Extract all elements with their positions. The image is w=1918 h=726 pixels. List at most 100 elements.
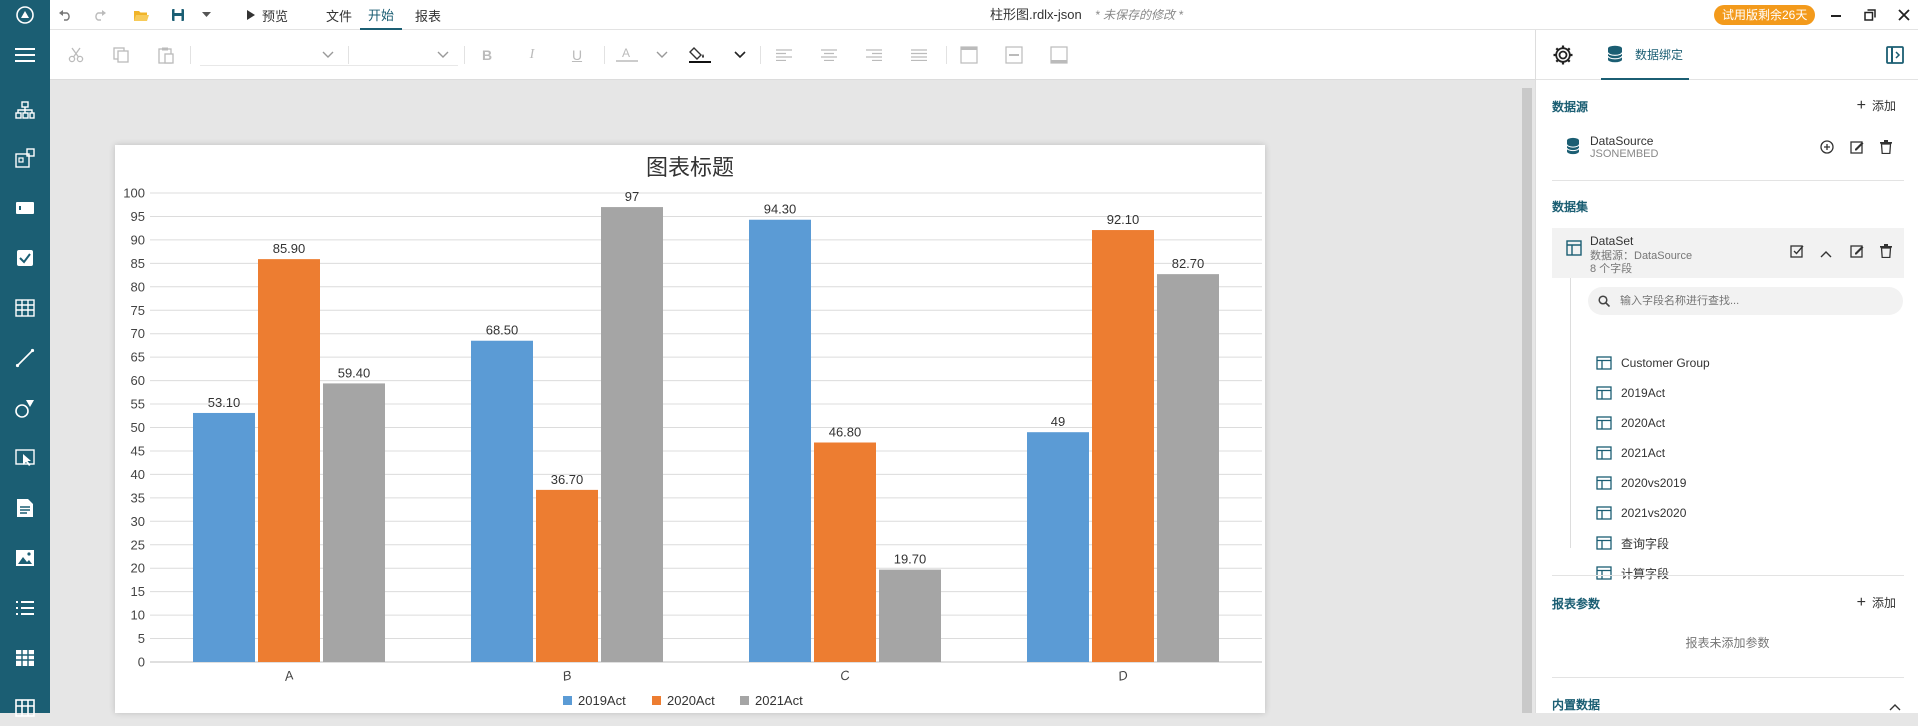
menu-file[interactable]: 文件 (318, 0, 360, 30)
y-tick-label: 25 (131, 537, 145, 552)
bar-2019Act-C[interactable] (749, 219, 811, 662)
tab-data-binding[interactable]: 数据绑定 (1601, 30, 1690, 80)
bar-2021Act-C[interactable] (879, 569, 941, 662)
x-axis-ticks: A B C D (282, 667, 1129, 684)
field-item[interactable]: 2020Act (1596, 408, 1665, 438)
bar-2020Act-D[interactable] (1092, 230, 1154, 662)
field-item[interactable]: 计算字段 (1596, 558, 1669, 588)
bar-2021Act-D[interactable] (1157, 274, 1219, 662)
bar-2020Act-C[interactable] (814, 442, 876, 662)
select-icon[interactable] (0, 440, 50, 476)
bar-2020Act-B[interactable] (536, 489, 598, 662)
fill-color-chevron-down-icon[interactable] (730, 43, 750, 67)
close-icon[interactable] (1898, 0, 1910, 30)
tab-data-binding-label: 数据绑定 (1635, 47, 1684, 62)
font-family-chevron-down-icon[interactable] (318, 43, 338, 67)
menu-report[interactable]: 报表 (407, 0, 449, 30)
minimize-icon[interactable] (1830, 0, 1842, 30)
matrix-icon[interactable] (0, 690, 50, 726)
bar-2019Act-A[interactable] (193, 412, 255, 662)
textbox-icon[interactable] (0, 190, 50, 226)
field-item[interactable]: 2020vs2019 (1596, 468, 1686, 498)
y-tick-label: 65 (131, 350, 145, 365)
restore-icon[interactable] (1864, 0, 1876, 30)
copy-icon[interactable] (109, 43, 133, 67)
field-item[interactable]: 2021vs2020 (1596, 498, 1686, 528)
report-page[interactable]: 0 5 10 15 20 25 30 35 40 45 50 55 60 65 70 75 80 85 90 95 10… (115, 145, 1265, 713)
bar-2021Act-B[interactable] (601, 207, 663, 662)
bar-2019Act-D[interactable] (1027, 432, 1089, 662)
datasource-item[interactable]: DataSource JSONEMBED (1552, 125, 1904, 171)
collapse-panel-icon[interactable] (1886, 46, 1904, 69)
add-datasource-button[interactable]: + 添加 (1857, 97, 1896, 114)
field-item[interactable]: Customer Group (1596, 348, 1710, 378)
field-table-icon (1596, 386, 1612, 400)
preview-button[interactable]: 预览 (247, 0, 288, 30)
checkbox-icon[interactable] (0, 240, 50, 276)
chevron-up-icon[interactable] (1820, 245, 1832, 263)
font-color-icon[interactable]: A (613, 43, 641, 67)
menu-start[interactable]: 开始 (360, 0, 403, 30)
bar-2019Act-B[interactable] (471, 340, 533, 662)
image-icon[interactable] (0, 540, 50, 576)
trial-badge[interactable]: 试用版剩余26天 (1714, 5, 1816, 25)
chart-legend[interactable]: 2019Act 2020Act 2021Act (563, 693, 803, 708)
y-tick-label: 10 (131, 608, 145, 623)
field-search-input[interactable] (1620, 295, 1890, 307)
list-icon[interactable] (0, 590, 50, 626)
validate-dataset-icon[interactable] (1790, 244, 1804, 263)
bold-icon[interactable]: B (475, 43, 499, 67)
align-right-icon[interactable] (862, 43, 886, 67)
embedded-data-chevron-up-icon[interactable] (1889, 698, 1901, 716)
fill-color-icon[interactable] (686, 43, 714, 67)
grid-icon[interactable] (0, 640, 50, 676)
settings-gear-icon[interactable] (1552, 44, 1574, 71)
edit-datasource-icon[interactable] (1850, 140, 1864, 159)
menu-icon[interactable] (0, 37, 50, 73)
redo-icon[interactable] (93, 0, 107, 30)
cut-icon[interactable] (64, 43, 88, 67)
add-param-button[interactable]: + 添加 (1857, 594, 1896, 611)
edit-dataset-icon[interactable] (1850, 244, 1864, 263)
y-tick-label: 85 (131, 256, 145, 271)
underline-icon[interactable]: U (565, 43, 589, 67)
dataset-item[interactable]: DataSet 数据源：DataSource 8 个字段 (1552, 228, 1904, 278)
font-size-chevron-down-icon[interactable] (433, 43, 453, 67)
field-item[interactable]: 2021Act (1596, 438, 1665, 468)
justify-icon[interactable] (907, 43, 931, 67)
tree-icon[interactable] (0, 92, 50, 128)
dataset-name: DataSet (1590, 234, 1634, 248)
field-item[interactable]: 查询字段 (1596, 528, 1669, 558)
play-icon (247, 10, 255, 20)
group-icon[interactable] (0, 140, 50, 176)
delete-dataset-icon[interactable] (1880, 244, 1892, 263)
save-dropdown-chevron-down-icon[interactable] (202, 0, 211, 30)
y-tick-label: 80 (131, 279, 145, 294)
document-icon[interactable] (0, 490, 50, 526)
y-tick-label: 70 (131, 326, 145, 341)
italic-icon[interactable]: I (520, 43, 544, 67)
delete-datasource-icon[interactable] (1880, 140, 1892, 159)
y-tick-label: 5 (138, 631, 145, 646)
paste-icon[interactable] (154, 43, 178, 67)
border-bottom-icon[interactable] (1047, 43, 1071, 67)
border-top-icon[interactable] (957, 43, 981, 67)
bar-2021Act-A[interactable] (323, 383, 385, 662)
canvas-vertical-scrollbar[interactable] (1522, 88, 1532, 713)
add-dataset-circle-plus-icon[interactable] (1820, 140, 1834, 159)
bar-chart[interactable]: 0 5 10 15 20 25 30 35 40 45 50 55 60 65 70 75 80 85 90 95 10… (115, 145, 1265, 713)
undo-icon[interactable] (58, 0, 72, 30)
preview-label: 预览 (262, 8, 289, 24)
align-left-icon[interactable] (772, 43, 796, 67)
open-folder-icon[interactable] (133, 0, 149, 30)
shape-icon[interactable] (0, 390, 50, 426)
field-item[interactable]: 2019Act (1596, 378, 1665, 408)
align-center-icon[interactable] (817, 43, 841, 67)
line-icon[interactable] (0, 340, 50, 376)
field-search-box[interactable] (1588, 287, 1903, 315)
save-icon[interactable] (171, 0, 185, 30)
font-color-chevron-down-icon[interactable] (652, 43, 672, 67)
bar-2020Act-A[interactable] (258, 259, 320, 662)
table-icon[interactable] (0, 290, 50, 326)
border-middle-icon[interactable] (1002, 43, 1026, 67)
